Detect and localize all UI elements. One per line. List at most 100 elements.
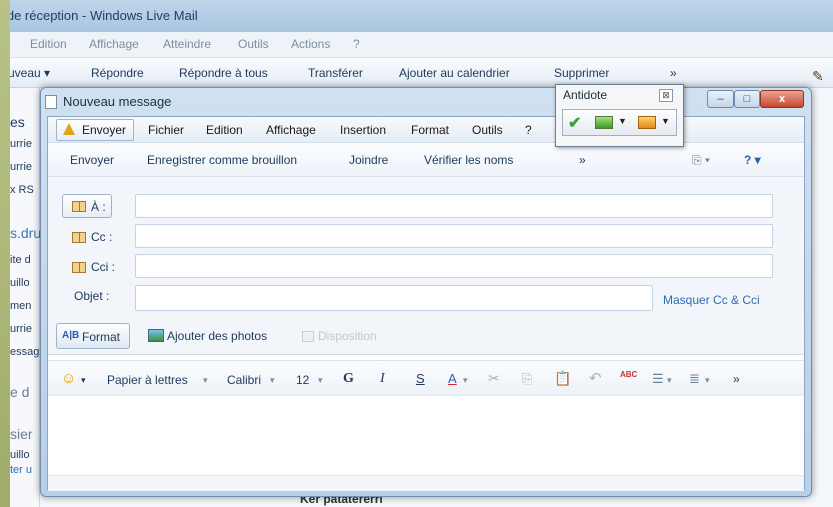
- folder-item[interactable]: ite d: [10, 254, 31, 266]
- chevron-down-icon[interactable]: ▾: [270, 375, 275, 386]
- maximize-button[interactable]: □: [734, 90, 760, 108]
- mail-title-bar: e de réception - Windows Live Mail: [10, 0, 833, 32]
- mail-menu-affichage[interactable]: Affichage: [89, 37, 139, 51]
- layout-button: Disposition: [318, 329, 377, 343]
- mail-window-title: e de réception - Windows Live Mail: [10, 8, 198, 23]
- indent-icon[interactable]: ≣: [689, 371, 700, 387]
- close-button[interactable]: x: [760, 90, 804, 108]
- add-photos-button[interactable]: Ajouter des photos: [167, 329, 267, 343]
- chevron-down-icon[interactable]: ▾: [463, 375, 468, 386]
- mail-forward-button[interactable]: Transférer: [308, 66, 363, 80]
- mail-menu-atteindre[interactable]: Atteindre: [163, 37, 211, 51]
- help-icon[interactable]: ? ▾: [744, 153, 761, 167]
- chevron-down-icon[interactable]: ▾: [705, 375, 710, 386]
- folder-item[interactable]: urrie: [10, 138, 32, 150]
- antidote-close-icon[interactable]: ⊠: [659, 89, 673, 102]
- document-icon: [45, 95, 57, 109]
- cut-icon: ✂: [488, 370, 500, 386]
- compose-toolbar: Envoyer Enregistrer comme brouillon Join…: [48, 143, 804, 177]
- font-size-dropdown[interactable]: 12: [296, 373, 309, 387]
- add-photo-icon[interactable]: [148, 329, 164, 342]
- attach-button[interactable]: Joindre: [349, 153, 388, 167]
- format-icon: A|B: [62, 330, 80, 341]
- bcc-field[interactable]: [135, 254, 773, 278]
- warning-icon: [63, 123, 75, 135]
- format-label: Format: [82, 330, 121, 344]
- menu-fichier[interactable]: Fichier: [148, 123, 184, 137]
- address-book-icon[interactable]: [72, 262, 86, 273]
- folder-section[interactable]: sier: [10, 426, 33, 442]
- format-button[interactable]: A|B Format: [56, 323, 130, 349]
- view-options-icon[interactable]: ⎘ ▾: [692, 153, 710, 168]
- checkmark-icon[interactable]: ✔: [568, 113, 581, 133]
- menu-outils[interactable]: Outils: [472, 123, 503, 137]
- folder-item[interactable]: men: [10, 300, 31, 312]
- send-menu-label: Envoyer: [82, 123, 127, 137]
- folder-item[interactable]: urrie: [10, 323, 32, 335]
- antidote-title: Antidote: [563, 88, 608, 102]
- bold-button[interactable]: G: [343, 371, 354, 387]
- chevron-down-icon[interactable]: ▾: [667, 375, 672, 386]
- chevron-down-icon[interactable]: ▾: [318, 375, 323, 386]
- to-address-book-button[interactable]: À :: [62, 194, 112, 218]
- menu-format[interactable]: Format: [411, 123, 449, 137]
- folder-item[interactable]: uillo: [10, 449, 30, 461]
- emoticon-dropdown-icon[interactable]: ▾: [81, 375, 86, 386]
- mail-menu-edition[interactable]: Edition: [30, 37, 67, 51]
- compose-window-title: Nouveau message: [63, 94, 172, 109]
- mail-delete-button[interactable]: Supprimer: [554, 66, 609, 80]
- folder-item[interactable]: essag: [10, 346, 39, 358]
- mail-more-button[interactable]: »: [670, 66, 677, 80]
- menu-insertion[interactable]: Insertion: [340, 123, 386, 137]
- underline-button[interactable]: S: [416, 371, 425, 386]
- emoticon-icon[interactable]: ☺: [61, 370, 76, 387]
- dictionary-icon[interactable]: [595, 116, 613, 129]
- chevron-down-icon[interactable]: ▾: [203, 375, 208, 386]
- cc-field[interactable]: [135, 224, 773, 248]
- folder-account[interactable]: s.dru: [10, 225, 41, 241]
- italic-button[interactable]: I: [380, 371, 385, 387]
- format-more-button[interactable]: »: [733, 372, 740, 386]
- folder-section[interactable]: e d: [10, 384, 29, 400]
- mail-menu-actions[interactable]: Actions: [291, 37, 330, 51]
- to-field[interactable]: [135, 194, 773, 218]
- mail-menu-outils[interactable]: Outils: [238, 37, 269, 51]
- save-draft-button[interactable]: Enregistrer comme brouillon: [147, 153, 297, 167]
- menu-edition[interactable]: Edition: [206, 123, 243, 137]
- mail-menu-help[interactable]: ?: [353, 37, 360, 51]
- guide-icon[interactable]: [638, 116, 656, 129]
- address-book-icon[interactable]: [72, 232, 86, 243]
- menu-help[interactable]: ?: [525, 123, 532, 137]
- list-icon[interactable]: ☰: [652, 371, 664, 387]
- mail-new-button[interactable]: uveau ▾: [10, 66, 50, 80]
- font-dropdown[interactable]: Calibri: [227, 373, 261, 387]
- mail-reply-all-button[interactable]: Répondre à tous: [179, 66, 268, 80]
- layout-icon: [302, 331, 314, 342]
- folder-item[interactable]: es: [10, 114, 25, 130]
- folder-item[interactable]: uillo: [10, 277, 30, 289]
- new-message-window: Nouveau message – □ x Envoyer Fichier Ed…: [40, 87, 812, 497]
- folder-item[interactable]: x RS: [10, 184, 34, 196]
- folder-item[interactable]: ter u: [10, 464, 32, 476]
- mail-add-calendar-button[interactable]: Ajouter au calendrier: [399, 66, 510, 80]
- hide-cc-bcc-link[interactable]: Masquer Cc & Cci: [663, 293, 760, 307]
- send-button[interactable]: Envoyer: [70, 153, 114, 167]
- paintbrush-icon[interactable]: ✎: [812, 68, 826, 86]
- spellcheck-icon[interactable]: ABC: [620, 370, 637, 379]
- minimize-button[interactable]: –: [707, 90, 734, 108]
- cc-label: Cc :: [91, 230, 113, 244]
- font-color-button[interactable]: A: [448, 371, 457, 386]
- send-menu-button[interactable]: Envoyer: [56, 119, 134, 141]
- mail-reply-button[interactable]: Répondre: [91, 66, 144, 80]
- toolbar-more-button[interactable]: »: [579, 153, 586, 167]
- copy-icon: ⎘: [522, 371, 533, 386]
- stationery-dropdown[interactable]: Papier à lettres: [107, 373, 188, 387]
- check-names-button[interactable]: Vérifier les noms: [424, 153, 513, 167]
- undo-icon: ↶: [589, 370, 602, 387]
- chevron-down-icon[interactable]: ▼: [661, 116, 670, 126]
- subject-field[interactable]: [135, 285, 653, 311]
- chevron-down-icon[interactable]: ▼: [618, 116, 627, 126]
- paste-icon[interactable]: 📋: [554, 370, 571, 387]
- folder-item[interactable]: urrie: [10, 161, 32, 173]
- menu-affichage[interactable]: Affichage: [266, 123, 316, 137]
